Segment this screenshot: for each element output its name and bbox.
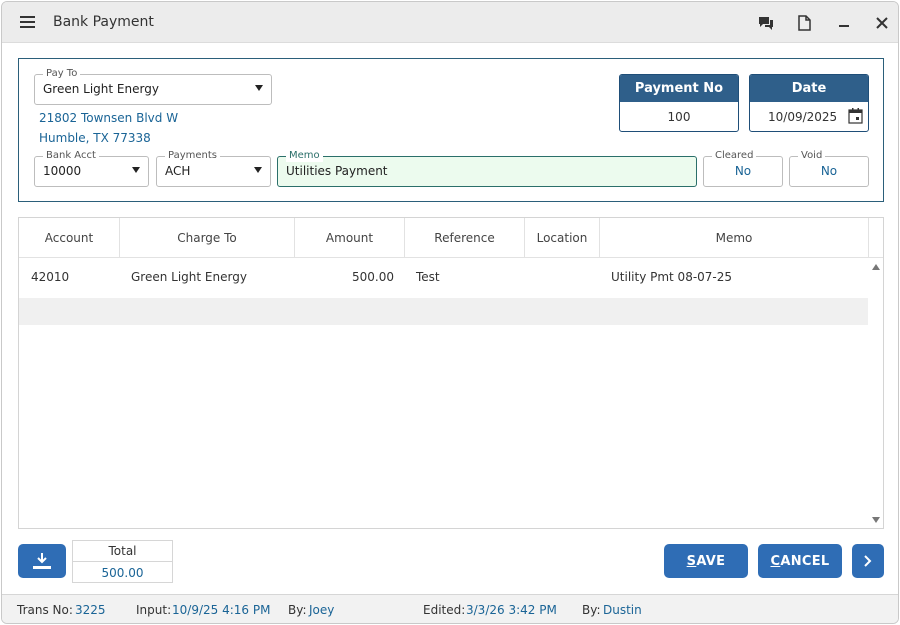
save-button[interactable]: SAVE [664,544,748,578]
total-label: Total [73,541,172,562]
memo-label: Memo [286,150,323,162]
next-button[interactable] [852,544,884,578]
date-value[interactable]: 10/09/2025 [768,110,837,124]
edited-label: Edited: [423,603,466,617]
trans-no-value: 3225 [75,603,106,617]
input-by-label: By: [288,603,307,617]
date-label: Date [750,75,868,102]
column-header-account[interactable]: Account [19,218,120,258]
cell-amount[interactable]: 500.00 [295,264,394,291]
save-button-label: SAVE [664,554,748,569]
edited-value: 3/3/26 3:42 PM [466,603,557,617]
edited-by-label: By: [582,603,601,617]
calendar-icon[interactable] [848,108,863,127]
cell-memo[interactable]: Utility Pmt 08-07-25 [611,264,732,291]
pay-to-label: Pay To [43,68,81,80]
column-header-reference[interactable]: Reference [405,218,525,258]
chevron-down-icon [254,167,262,173]
cell-reference[interactable]: Test [416,264,440,291]
download-icon [32,552,52,573]
menu-icon[interactable] [20,16,35,28]
bank-acct-select[interactable]: Bank Acct 10000 [34,150,149,187]
chevron-down-icon [132,167,140,173]
total-value: 500.00 [101,566,144,580]
document-icon[interactable] [794,13,814,33]
cancel-button-label: CANCEL [758,554,842,569]
status-footer: Trans No: 3225 Input: 10/9/25 4:16 PM By… [2,594,898,623]
cancel-button[interactable]: CANCEL [758,544,842,578]
edited-by-value: Dustin [603,603,642,617]
cancel-hotkey: C [770,554,781,569]
payments-label: Payments [165,150,220,162]
cleared-label: Cleared [712,150,757,162]
payment-no-label: Payment No [620,75,738,102]
void-value: No [820,164,838,178]
scroll-down-arrow[interactable] [872,517,880,523]
column-header-charge-to[interactable]: Charge To [120,218,295,258]
total-box: Total 500.00 [72,540,173,583]
pay-to-address-line1: 21802 Townsen Blvd W [39,111,179,125]
table-row[interactable]: 42010 Green Light Energy 500.00 Test Uti… [19,264,868,291]
column-header-amount[interactable]: Amount [295,218,405,258]
scroll-up-arrow[interactable] [872,264,880,270]
void-label: Void [798,150,826,162]
close-icon[interactable] [872,13,892,33]
download-button[interactable] [18,544,66,578]
payment-no-card: Payment No 100 [619,74,739,132]
trans-no-label: Trans No: [17,603,73,617]
title-bar: Bank Payment [2,2,898,43]
payments-value: ACH [165,164,191,178]
bank-payment-window: Bank Payment Pay To Green Light Energy 2… [1,1,899,624]
payment-header-panel: Pay To Green Light Energy 21802 Townsen … [18,58,884,202]
bank-acct-label: Bank Acct [43,150,99,162]
payments-select[interactable]: Payments ACH [156,150,271,187]
cancel-label-rest: ANCEL [780,554,830,569]
void-field[interactable]: Void No [789,150,869,187]
bank-acct-value: 10000 [43,164,82,178]
payment-no-value[interactable]: 100 [620,110,738,124]
grid-header-row: Account Charge To Amount Reference Locat… [19,218,883,258]
cell-charge-to[interactable]: Green Light Energy [131,264,247,291]
window-title: Bank Payment [53,14,154,30]
cleared-field[interactable]: Cleared No [703,150,783,187]
date-card: Date 10/09/2025 [749,74,869,132]
save-label-rest: AVE [696,554,726,569]
chat-icon[interactable] [756,13,776,33]
pay-to-value: Green Light Energy [43,82,159,96]
pay-to-address-line2: Humble, TX 77338 [39,131,151,145]
cell-account[interactable]: 42010 [31,264,69,291]
save-hotkey: S [686,554,697,569]
input-value: 10/9/25 4:16 PM [172,603,271,617]
input-by-value: Joey [309,603,335,617]
new-entry-row[interactable] [19,298,868,325]
pay-to-select[interactable]: Pay To Green Light Energy [34,68,272,105]
cleared-value: No [734,164,752,178]
detail-grid: Account Charge To Amount Reference Locat… [18,217,884,529]
minimize-icon[interactable] [834,13,854,33]
column-header-memo[interactable]: Memo [600,218,869,258]
column-header-location[interactable]: Location [525,218,600,258]
memo-value: Utilities Payment [286,164,388,178]
chevron-right-icon [862,554,874,571]
chevron-down-icon [255,85,263,91]
input-label: Input: [136,603,172,617]
memo-field[interactable]: Memo Utilities Payment [277,150,697,187]
